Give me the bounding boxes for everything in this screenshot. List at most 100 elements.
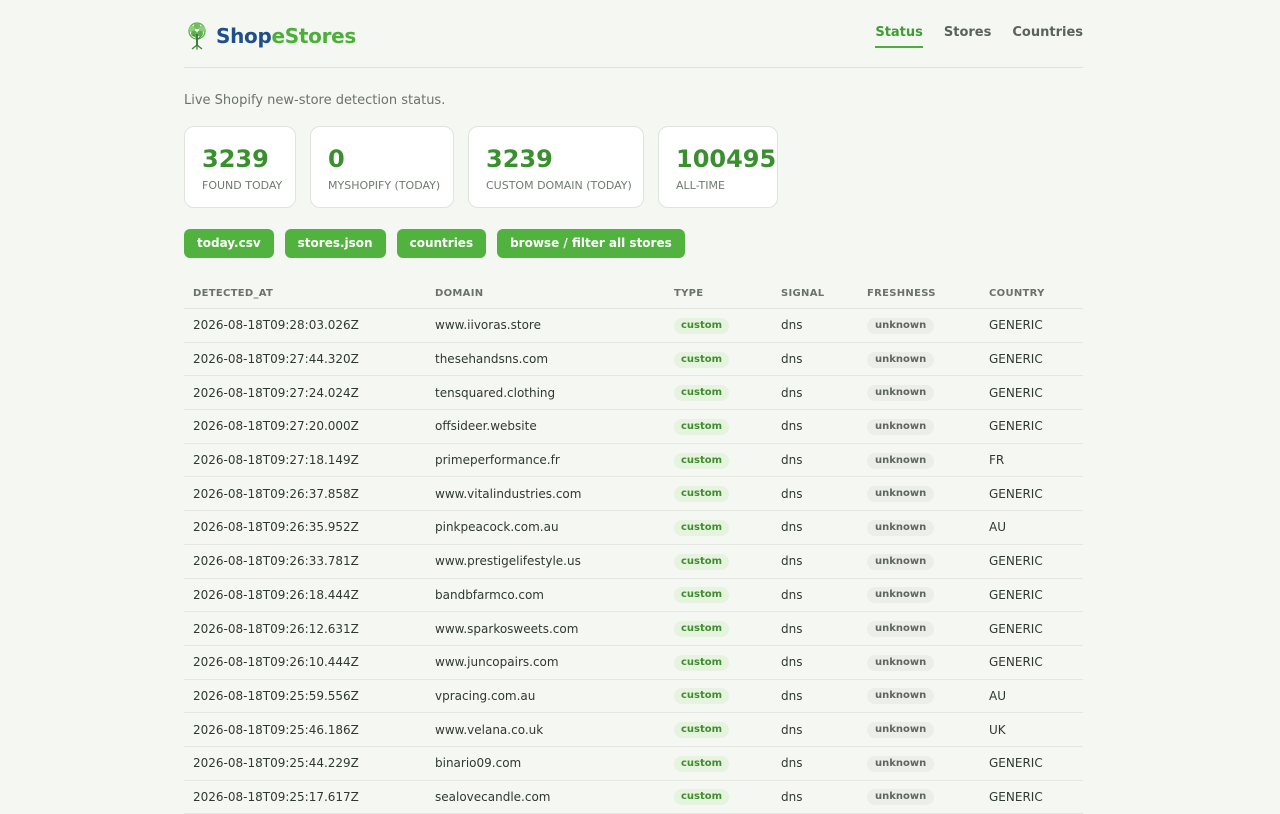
cell-domain[interactable]: binario09.com bbox=[435, 756, 674, 770]
type-badge: custom bbox=[674, 418, 730, 435]
cell-country: GENERIC bbox=[989, 789, 1043, 804]
cell-detected-at: 2026-08-18T09:25:44.229Z bbox=[193, 756, 359, 771]
type-badge: custom bbox=[674, 317, 730, 334]
table-row[interactable]: 2026-08-18T09:27:24.024Z tensquared.cloth… bbox=[184, 376, 1083, 411]
cell-country: AU bbox=[989, 688, 1006, 703]
cell-type: custom bbox=[674, 654, 781, 671]
column-header-country[interactable]: COUNTRY bbox=[989, 288, 1083, 299]
table-row[interactable]: 2026-08-18T09:26:33.781Z www.prestigelife… bbox=[184, 545, 1083, 579]
column-header-domain[interactable]: DOMAIN bbox=[435, 288, 674, 299]
stat-value: 3239 bbox=[202, 145, 269, 173]
cell-domain[interactable]: www.juncopairs.com bbox=[435, 655, 674, 669]
page-subtitle: Live Shopify new-store detection status. bbox=[184, 93, 446, 108]
brand-name: ShopeStores bbox=[216, 21, 356, 51]
freshness-badge: unknown bbox=[867, 553, 935, 570]
table-row[interactable]: 2026-08-18T09:27:20.000Z offsideer.websit… bbox=[184, 410, 1083, 444]
freshness-badge: unknown bbox=[867, 621, 935, 638]
cell-detected-at: 2026-08-18T09:25:59.556Z bbox=[193, 688, 359, 703]
column-header-detected-at[interactable]: DETECTED_AT bbox=[184, 288, 435, 299]
cell-country: FR bbox=[989, 453, 1005, 468]
type-badge: custom bbox=[674, 789, 730, 806]
cell-domain[interactable]: vpracing.com.au bbox=[435, 689, 674, 703]
table-row[interactable]: 2026-08-18T09:26:18.444Z bandbfarmco.com c… bbox=[184, 579, 1083, 613]
stat-value: 3239 bbox=[486, 145, 553, 173]
today-csv-button[interactable]: today.csv bbox=[184, 229, 274, 258]
freshness-badge: unknown bbox=[867, 486, 935, 503]
type-badge: custom bbox=[674, 553, 730, 570]
table-row[interactable]: 2026-08-18T09:25:17.617Z sealovecandle.co… bbox=[184, 781, 1083, 814]
cell-signal: dns bbox=[781, 419, 803, 434]
cell-country: GENERIC bbox=[989, 587, 1043, 602]
cell-detected-at: 2026-08-18T09:27:44.320Z bbox=[193, 352, 359, 367]
detections-table: DETECTED_AT DOMAIN TYPE SIGNAL FRESHNESS… bbox=[184, 279, 1083, 814]
cell-domain[interactable]: www.vitalindustries.com bbox=[435, 487, 674, 501]
freshness-badge: unknown bbox=[867, 385, 935, 402]
cell-signal: dns bbox=[781, 587, 803, 602]
table-body: 2026-08-18T09:28:03.026Z www.iivoras.stor… bbox=[184, 309, 1083, 814]
cell-type: custom bbox=[674, 519, 781, 536]
freshness-badge: unknown bbox=[867, 452, 935, 469]
cell-domain[interactable]: bandbfarmco.com bbox=[435, 588, 674, 602]
cell-type: custom bbox=[674, 620, 781, 638]
table-row[interactable]: 2026-08-18T09:26:10.444Z www.juncopairs.c… bbox=[184, 646, 1083, 680]
cell-domain[interactable]: www.sparkosweets.com bbox=[435, 622, 674, 636]
cell-freshness: unknown bbox=[867, 755, 989, 772]
cell-domain[interactable]: offsideer.website bbox=[435, 419, 674, 433]
cell-detected-at: 2026-08-18T09:28:03.026Z bbox=[193, 318, 359, 333]
cell-signal: dns bbox=[781, 621, 803, 636]
brand-name-part1: Shop bbox=[216, 24, 272, 48]
browse-filter-button[interactable]: browse / filter all stores bbox=[497, 229, 685, 258]
cell-freshness: unknown bbox=[867, 788, 989, 806]
table-row[interactable]: 2026-08-18T09:27:44.320Z thesehandsns.com… bbox=[184, 343, 1083, 377]
table-row[interactable]: 2026-08-18T09:25:46.186Z www.velana.co.uk… bbox=[184, 713, 1083, 747]
table-row[interactable]: 2026-08-18T09:26:35.952Z pinkpeacock.com.… bbox=[184, 511, 1083, 545]
freshness-badge: unknown bbox=[867, 789, 935, 806]
nav-stores[interactable]: Stores bbox=[944, 24, 991, 48]
cell-detected-at: 2026-08-18T09:26:18.444Z bbox=[193, 587, 359, 602]
cell-domain[interactable]: thesehandsns.com bbox=[435, 352, 674, 366]
column-header-freshness[interactable]: FRESHNESS bbox=[867, 288, 989, 299]
brand-name-part2: eStores bbox=[271, 24, 357, 48]
cell-signal: dns bbox=[781, 722, 803, 737]
type-badge: custom bbox=[674, 587, 730, 604]
page-container: ShopeStores Status Stores Countries Live… bbox=[184, 0, 1083, 814]
column-header-type[interactable]: TYPE bbox=[674, 288, 781, 299]
cell-domain[interactable]: tensquared.clothing bbox=[435, 386, 674, 400]
nav-countries[interactable]: Countries bbox=[1012, 24, 1083, 48]
cell-detected-at: 2026-08-18T09:26:10.444Z bbox=[193, 655, 359, 670]
cell-domain[interactable]: pinkpeacock.com.au bbox=[435, 520, 674, 534]
header: ShopeStores Status Stores Countries bbox=[184, 0, 1083, 68]
brand-logo[interactable]: ShopeStores bbox=[184, 21, 356, 51]
table-row[interactable]: 2026-08-18T09:25:59.556Z vpracing.com.au c… bbox=[184, 680, 1083, 714]
stores-json-button[interactable]: stores.json bbox=[284, 229, 386, 258]
column-header-signal[interactable]: SIGNAL bbox=[781, 288, 867, 299]
table-row[interactable]: 2026-08-18T09:27:18.149Z primeperformance… bbox=[184, 444, 1083, 478]
cell-signal: dns bbox=[781, 789, 803, 804]
table-row[interactable]: 2026-08-18T09:28:03.026Z www.iivoras.stor… bbox=[184, 309, 1083, 343]
cell-freshness: unknown bbox=[867, 452, 989, 469]
cell-signal: dns bbox=[781, 688, 803, 703]
cell-domain[interactable]: www.velana.co.uk bbox=[435, 723, 674, 737]
cell-signal: dns bbox=[781, 453, 803, 468]
cell-country: GENERIC bbox=[989, 385, 1043, 400]
cell-domain[interactable]: www.iivoras.store bbox=[435, 318, 674, 332]
cell-freshness: unknown bbox=[867, 687, 989, 705]
download-buttons: today.csv stores.json countries browse /… bbox=[184, 229, 696, 258]
type-badge: custom bbox=[674, 621, 730, 638]
cell-domain[interactable]: sealovecandle.com bbox=[435, 790, 674, 804]
stat-value: 100495 bbox=[676, 145, 777, 173]
type-badge: custom bbox=[674, 486, 730, 503]
table-row[interactable]: 2026-08-18T09:26:37.858Z www.vitalindustr… bbox=[184, 477, 1083, 512]
freshness-badge: unknown bbox=[867, 317, 935, 334]
freshness-badge: unknown bbox=[867, 519, 935, 536]
table-row[interactable]: 2026-08-18T09:26:12.631Z www.sparkosweets… bbox=[184, 612, 1083, 646]
table-row[interactable]: 2026-08-18T09:25:44.229Z binario09.com cus… bbox=[184, 747, 1083, 781]
countries-button[interactable]: countries bbox=[396, 229, 487, 258]
cell-domain[interactable]: primeperformance.fr bbox=[435, 453, 674, 467]
cell-domain[interactable]: www.prestigelifestyle.us bbox=[435, 554, 674, 568]
cell-detected-at: 2026-08-18T09:25:46.186Z bbox=[193, 722, 359, 737]
cell-type: custom bbox=[674, 452, 781, 469]
cell-detected-at: 2026-08-18T09:26:12.631Z bbox=[193, 621, 359, 636]
nav-status[interactable]: Status bbox=[875, 24, 923, 48]
cell-type: custom bbox=[674, 586, 781, 604]
